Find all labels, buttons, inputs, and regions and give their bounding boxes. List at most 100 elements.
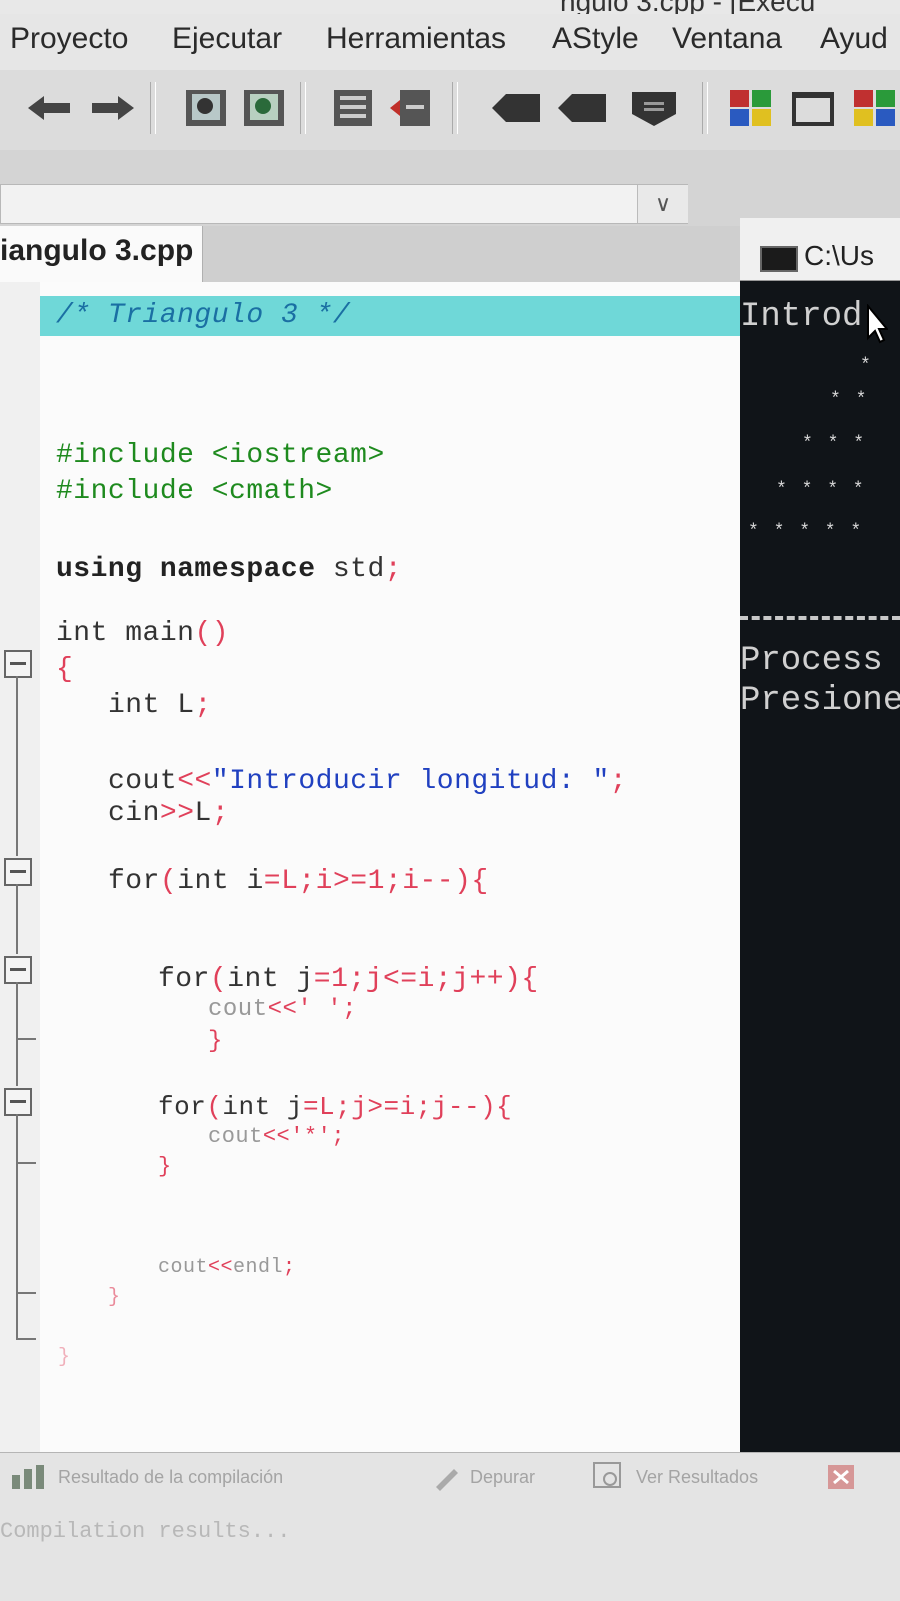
tab-label: iangulo 3.cpp [0, 234, 194, 267]
identifier: cin [108, 798, 160, 829]
debug-icon [436, 1469, 458, 1491]
identifier: cout [208, 1124, 263, 1149]
compile-icon[interactable] [728, 88, 774, 128]
identifier: L [159, 690, 195, 721]
symbol: ( [206, 1092, 223, 1122]
identifier: j [279, 964, 314, 995]
console-process-line: Process [740, 642, 883, 680]
console-title: C:\Us [804, 240, 874, 271]
identifier: cout [158, 1256, 209, 1279]
undo-icon[interactable] [22, 88, 78, 128]
find-icon[interactable] [184, 88, 230, 128]
fold-toggle-inner-for-2[interactable] [4, 1088, 32, 1116]
menu-proyecto[interactable]: Proyecto [10, 22, 128, 56]
fold-end [16, 1162, 36, 1164]
fold-toggle-inner-for-1[interactable] [4, 956, 32, 984]
close-icon[interactable] [826, 1463, 856, 1491]
indent-icon[interactable] [330, 88, 376, 128]
console-star-row: * * * [802, 434, 867, 454]
symbol: ; [211, 798, 230, 829]
fold-line [16, 884, 18, 954]
code-line-close-brace: } [158, 1154, 172, 1179]
menu-ventana[interactable]: Ventana [672, 22, 782, 56]
menu-herramientas[interactable]: Herramientas [326, 22, 506, 56]
code-line-main: int main() [56, 618, 229, 649]
menu-bar: Proyecto Ejecutar Herramientas AStyle Ve… [0, 14, 900, 71]
bookmark-next-icon[interactable] [554, 88, 610, 128]
tab-compile-results[interactable]: Resultado de la compilación [58, 1467, 283, 1488]
identifier: main [107, 618, 195, 649]
bottom-panel: Resultado de la compilación Depurar Ver … [0, 1452, 900, 1601]
symbol: >> [159, 798, 195, 829]
run-icon[interactable] [790, 88, 836, 128]
symbol: << [177, 766, 212, 797]
identifier: L [194, 798, 212, 829]
symbol: <<'*'; [262, 1124, 346, 1149]
replace-icon[interactable] [242, 88, 288, 128]
console-icon [760, 246, 798, 272]
project-selector[interactable]: ∨ [0, 184, 688, 224]
symbol: ; [384, 554, 403, 585]
menu-astyle[interactable]: AStyle [552, 22, 639, 56]
fold-toggle-main[interactable] [4, 650, 32, 678]
symbol: ; [283, 1256, 296, 1279]
fold-line [16, 982, 18, 1086]
editor-tab-bar: iangulo 3.cpp [0, 226, 740, 282]
console-star-row: * [860, 356, 873, 376]
console-separator [740, 616, 900, 620]
identifier: endl [233, 1256, 284, 1279]
compile-log: Compilation results... [0, 1519, 291, 1544]
toolbar-separator [150, 82, 156, 134]
keyword: for [158, 964, 210, 995]
console-star-row: * * * * [776, 480, 866, 500]
code-editor[interactable]: /* Triangulo 3 */ #include <iostream> #i… [0, 282, 740, 1452]
chart-icon [12, 1465, 44, 1489]
toolbar-separator [452, 82, 458, 134]
code-line-comment: /* Triangulo 3 */ [56, 300, 351, 331]
symbol: ( [209, 964, 228, 995]
keyword: int [177, 866, 230, 897]
fold-line [16, 1114, 18, 1340]
bookmark-toggle-icon[interactable] [626, 88, 682, 128]
code-line-close-brace: } [108, 1286, 121, 1309]
menu-ejecutar[interactable]: Ejecutar [172, 22, 282, 56]
symbol: =1;j<=i;j++){ [313, 964, 539, 995]
compile-run-icon[interactable] [852, 88, 898, 128]
code-line-open-brace: { [56, 654, 74, 685]
string-literal: "Introducir longitud: " [211, 766, 610, 797]
code-line-inner-for-2: for(int j=L;j>=i;j--){ [158, 1092, 512, 1122]
symbol: << [208, 1256, 234, 1279]
code-line-using-namespace: using namespace std; [56, 554, 402, 585]
fold-end [16, 1292, 36, 1294]
chevron-down-icon[interactable]: ∨ [637, 185, 688, 223]
redo-icon[interactable] [84, 88, 140, 128]
keyword: int [56, 618, 108, 649]
code-line-outer-for: for(int i=L;i>=1;i--){ [108, 866, 489, 897]
toolbar-separator [702, 82, 708, 134]
unindent-icon[interactable] [388, 88, 434, 128]
code-line-int-l: int L; [108, 690, 212, 721]
toolbar [0, 70, 900, 151]
symbol: ( [159, 866, 178, 897]
console-star-row: * * [830, 390, 869, 410]
code-line-cin: cin>>L; [108, 798, 229, 829]
code-line-include-iostream: #include <iostream> [56, 440, 385, 471]
tab-view-results[interactable]: Ver Resultados [636, 1467, 758, 1488]
identifier: std [315, 554, 385, 585]
bookmark-prev-icon[interactable] [488, 88, 544, 128]
identifier: cout [108, 766, 178, 797]
menu-ayuda[interactable]: Ayud [820, 22, 888, 56]
code-line-cout-space: cout<<' '; [208, 996, 357, 1023]
symbol: ; [609, 766, 628, 797]
toolbar-separator [300, 82, 306, 134]
results-icon [593, 1462, 621, 1488]
fold-toggle-outer-for[interactable] [4, 858, 32, 886]
keyword: int [108, 690, 160, 721]
console-window[interactable]: C:\Us Introd * * * * * * * * * * * * * *… [740, 218, 900, 1454]
keyword: int [222, 1092, 271, 1122]
mouse-cursor-icon [867, 304, 888, 344]
console-title-bar[interactable]: C:\Us [740, 218, 900, 281]
tab-triangulo-3[interactable]: iangulo 3.cpp [0, 226, 203, 282]
identifier: cout [208, 996, 268, 1023]
tab-debug[interactable]: Depurar [470, 1467, 535, 1488]
